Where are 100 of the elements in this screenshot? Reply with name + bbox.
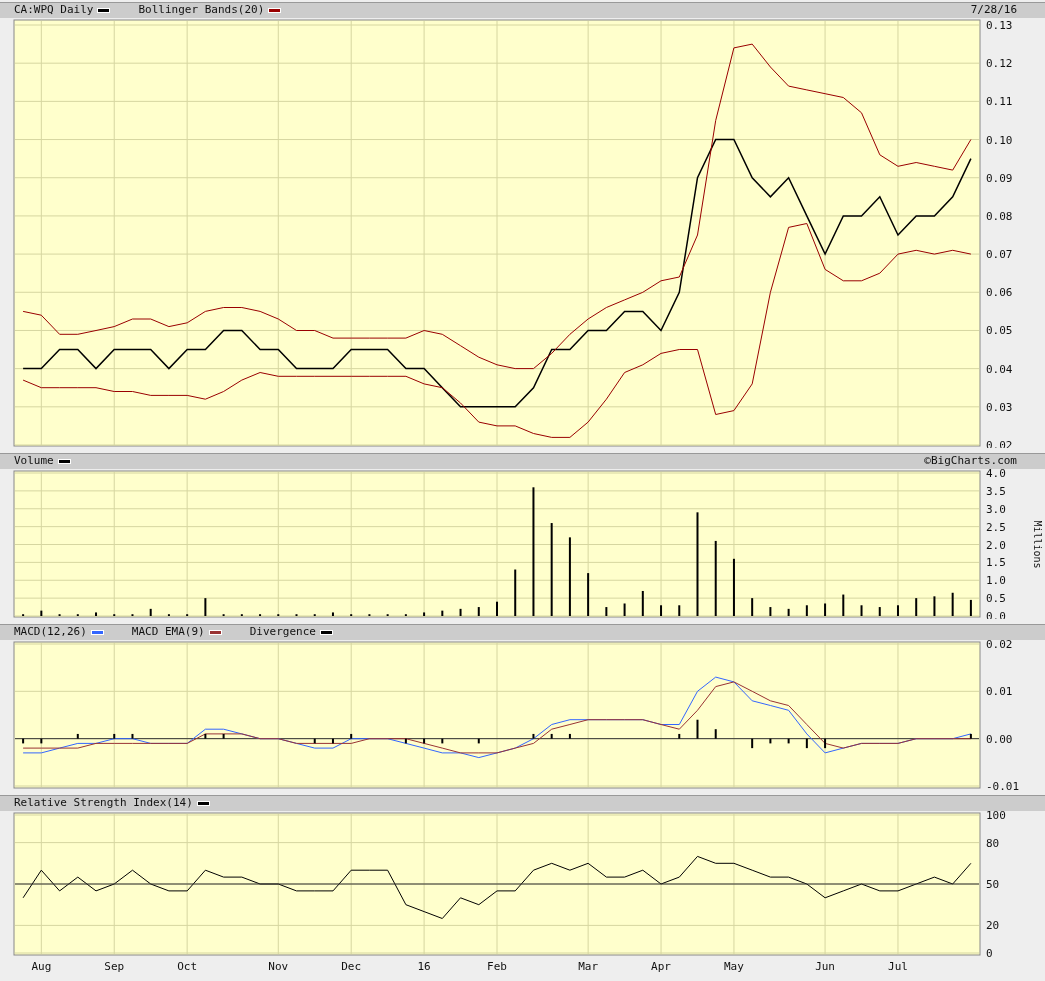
axis-tick-label: 0.10 (986, 133, 1013, 147)
divergence-bar (131, 733, 134, 739)
axis-tick-label: 0.12 (986, 57, 1013, 71)
axis-title: Millions (1032, 520, 1043, 569)
volume-bar (660, 605, 663, 616)
divergence-bar (113, 733, 116, 739)
axis-tick-label: 0.03 (986, 400, 1013, 414)
volume-bar (331, 612, 334, 616)
divergence-bar (40, 738, 43, 744)
axis-tick-label: Aug (31, 960, 52, 973)
volume-bar (751, 598, 754, 616)
volume-bar (149, 608, 152, 616)
divergence-bar (568, 733, 571, 739)
divergence-bar (423, 738, 426, 744)
credit-label: ©BigCharts.com (924, 453, 1018, 469)
axis-tick-label: Sep (104, 960, 125, 973)
divergence-bar (787, 738, 790, 744)
axis-tick-label: 2.0 (986, 538, 1006, 552)
volume-bar (824, 603, 827, 616)
axis-tick-label: 0 (986, 947, 993, 960)
axis-tick-label: Oct (177, 960, 198, 973)
axis-tick-label: 16 (417, 960, 431, 973)
divergence-bar (824, 738, 827, 749)
axis-tick-label: 0.11 (986, 95, 1013, 109)
axis-tick-label: 80 (986, 836, 1000, 850)
divergence-bar (805, 738, 808, 749)
legend-label: Bollinger Bands(20) (138, 2, 265, 19)
axis-tick-label: 100 (986, 811, 1006, 822)
axis-tick-label: 0.05 (986, 324, 1013, 338)
volume-bar (641, 591, 644, 616)
axis-tick-label: Jun (815, 960, 835, 973)
axis-tick-label: 0.00 (986, 732, 1013, 746)
axis-tick-label: 0.08 (986, 209, 1013, 223)
axis-tick-label: Dec (341, 960, 362, 973)
legend-label: Volume (14, 453, 54, 470)
volume-bar (933, 596, 936, 616)
volume-bar (969, 599, 972, 616)
axis-tick-label: Jul (888, 960, 908, 973)
divergence-bar (751, 738, 754, 749)
divergence-bar (350, 733, 353, 739)
axis-tick-label: May (724, 960, 744, 973)
divergence-bar (714, 729, 717, 739)
axis-tick-label: 2.5 (986, 520, 1006, 534)
legend-label: CA:WPQ Daily (14, 2, 94, 19)
volume-bar (423, 612, 426, 616)
axis-tick-label: 4.0 (986, 469, 1006, 480)
axis-tick-label: 0.04 (986, 362, 1013, 376)
axis-tick-label: 3.0 (986, 502, 1006, 516)
divergence-bar (969, 733, 972, 739)
legend-label: MACD EMA(9) (131, 624, 205, 641)
divergence-bar (76, 733, 79, 739)
volume-bar (204, 598, 207, 616)
axis-tick-label: Mar (578, 960, 599, 973)
divergence-bar (678, 733, 681, 739)
volume-bar (514, 569, 517, 616)
volume-bar (769, 607, 772, 616)
axis-tick-label: 0.07 (986, 248, 1013, 262)
divergence-bar (769, 738, 772, 744)
divergence-bar (204, 733, 207, 739)
axis-tick-label: Nov (268, 960, 289, 973)
axis-tick-label: Apr (651, 960, 671, 973)
axis-tick-label: 0.5 (986, 592, 1006, 606)
axis-tick-label: 0.13 (986, 19, 1013, 32)
axis-tick-label: -0.01 (986, 780, 1020, 790)
divergence-bar (550, 733, 553, 739)
legend-label: Divergence (249, 624, 316, 641)
axis-tick-label: 0.01 (986, 685, 1013, 699)
divergence-bar (313, 738, 316, 744)
chart-date: 7/28/16 (970, 2, 1018, 19)
axis-tick-label: 1.0 (986, 574, 1006, 588)
divergence-bar (532, 733, 535, 739)
volume-bar (441, 610, 444, 616)
axis-tick-label: 3.5 (986, 484, 1006, 498)
legend-label: Relative Strength Index(14) (14, 795, 193, 812)
divergence-bar (477, 738, 480, 744)
volume-bar (915, 598, 918, 616)
divergence-bar (441, 738, 444, 744)
divergence-bar (222, 733, 225, 739)
axis-tick-label: 0.06 (986, 286, 1013, 300)
volume-bar (623, 603, 626, 616)
divergence-bar (696, 719, 699, 739)
volume-bar (587, 573, 590, 616)
axis-tick-label: 20 (986, 919, 1000, 933)
volume-bar (805, 605, 808, 616)
axis-tick-label: Feb (487, 960, 507, 973)
volume-bar (860, 605, 863, 616)
divergence-bar (404, 738, 407, 744)
divergence-bar (331, 738, 334, 744)
volume-bar (732, 558, 735, 616)
volume-bar (878, 607, 881, 616)
volume-bar (477, 607, 480, 616)
volume-bar (40, 610, 43, 616)
axis-tick-label: 50 (986, 878, 1000, 891)
axis-tick-label: 0.02 (986, 640, 1013, 651)
axis-tick-label: 0.09 (986, 171, 1013, 185)
volume-bar (842, 594, 845, 616)
divergence-bar (22, 738, 25, 744)
volume-bar (605, 607, 608, 616)
volume-bar (787, 608, 790, 616)
volume-bar (951, 592, 954, 616)
